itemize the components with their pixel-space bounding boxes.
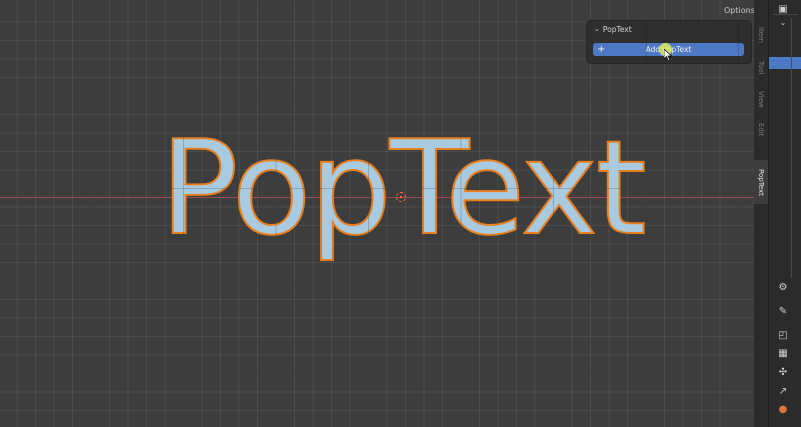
hierarchy-icon[interactable]: ⌄ [776,17,790,29]
particles-icon[interactable]: ✣ [776,367,790,379]
selected-row-indicator [769,57,801,69]
paint-icon[interactable]: ✎ [776,306,790,318]
properties-toolbar: ▣ ⌄ ⚙ ✎ ◰ ▦ ✣ ↗ ● [768,0,801,427]
camera-icon[interactable]: ▦ [776,348,790,360]
text-object-poptext[interactable]: PopText [159,122,648,254]
constraint-icon[interactable]: ● [776,404,790,416]
sidebar-tabs: Item Tool View Edit PopText [754,0,768,427]
tab-item[interactable]: Item [754,20,768,50]
toolbar-divider [773,14,798,15]
tool-icon[interactable]: ⚙ [776,282,790,294]
tab-view[interactable]: View [754,86,768,112]
tab-poptext[interactable]: PopText [754,160,768,204]
panel-header[interactable]: ⌄ PopText [594,25,632,34]
mouse-pointer-icon [664,49,672,61]
3d-cursor-icon[interactable] [396,192,406,202]
tab-tool[interactable]: Tool [754,55,768,81]
tab-edit[interactable]: Edit [754,117,768,143]
physics-icon[interactable]: ↗ [776,386,790,398]
region-divider [791,18,792,278]
panel-title: PopText [602,25,632,34]
new-collection-icon[interactable]: ◰ [776,330,790,342]
options-label: Options [724,6,754,15]
3d-viewport[interactable]: PopText Options⌄ ⌄ PopText + Add PopText [0,0,754,427]
chevron-down-icon: ⌄ [594,25,600,33]
